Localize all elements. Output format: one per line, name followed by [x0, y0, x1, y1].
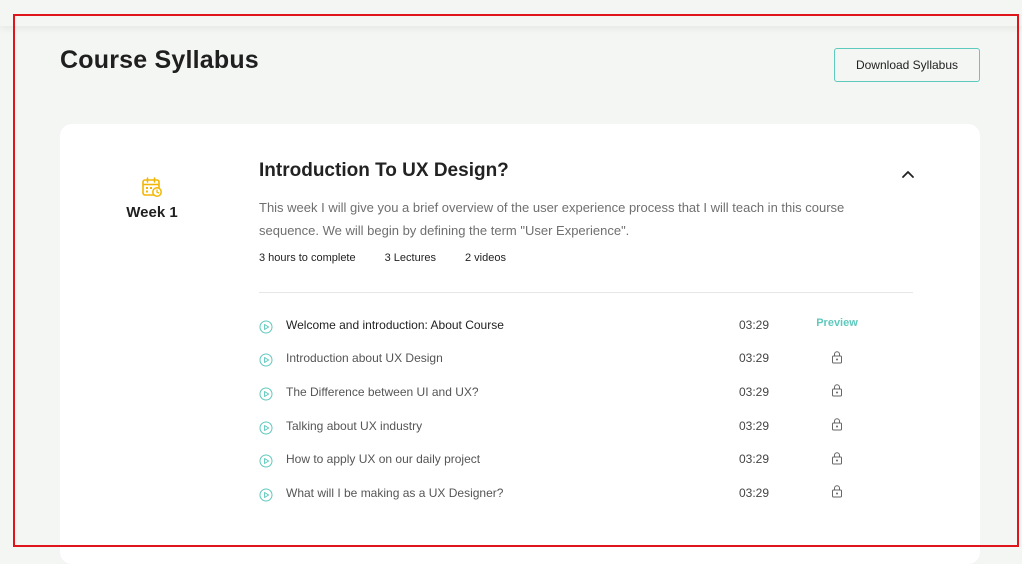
chevron-up-icon: [902, 171, 914, 178]
play-icon: [259, 387, 273, 401]
play-icon: [259, 454, 273, 468]
lesson-duration: 03:29: [739, 317, 770, 332]
lock-icon: [832, 384, 842, 397]
lesson-item[interactable]: Introduction about UX Design 03:29: [259, 342, 913, 376]
lesson-title: Introduction about UX Design: [286, 351, 443, 366]
lesson-item[interactable]: How to apply UX on our daily project 03:…: [259, 442, 913, 476]
section-content: Introduction To UX Design? This week I w…: [259, 158, 913, 264]
lock-icon: [832, 418, 842, 431]
lesson-item[interactable]: The Difference between UI and UX? 03:29: [259, 375, 913, 409]
lock-icon: [832, 451, 842, 465]
lesson-duration: 03:29: [739, 418, 770, 433]
lesson-title: How to apply UX on our daily project: [286, 452, 481, 467]
section-title: Introduction To UX Design?: [259, 160, 509, 181]
lesson-title: Talking about UX industry: [286, 418, 423, 433]
lecture-count: 3 Lectures: [384, 252, 436, 264]
lesson-duration: 03:29: [739, 351, 770, 366]
hours-to-complete: 3 hours to complete: [259, 252, 356, 264]
week-label: Week 1: [126, 204, 178, 221]
week-block: Week 1: [122, 176, 182, 221]
lesson-item[interactable]: What will I be making as a UX Designer? …: [259, 476, 913, 510]
lock-icon: [832, 351, 842, 364]
video-count: 2 videos: [465, 252, 506, 264]
collapse-section-button[interactable]: [898, 164, 918, 184]
lock-icon: [832, 485, 842, 498]
lesson-title: The Difference between UI and UX?: [286, 384, 479, 399]
preview-link[interactable]: Preview: [816, 317, 858, 329]
play-icon: [259, 488, 273, 502]
lesson-title: What will I be making as a UX Designer?: [286, 485, 504, 500]
page-title: Course Syllabus: [60, 46, 259, 74]
download-syllabus-button[interactable]: Download Syllabus: [834, 48, 980, 82]
syllabus-card: Week 1 Introduction To UX Design? This w…: [60, 124, 980, 564]
play-icon: [259, 421, 273, 435]
lesson-item[interactable]: Welcome and introduction: About Course 0…: [259, 308, 913, 342]
lesson-duration: 03:29: [739, 384, 770, 399]
section-meta: 3 hours to complete 3 Lectures 2 videos: [259, 252, 913, 264]
section-divider: [259, 292, 913, 293]
top-header-bar: [0, 0, 1022, 26]
lesson-item[interactable]: Talking about UX industry 03:29: [259, 409, 913, 443]
lesson-list: Welcome and introduction: About Course 0…: [259, 308, 913, 510]
play-icon: [259, 320, 273, 334]
play-icon: [259, 353, 273, 367]
lesson-title: Welcome and introduction: About Course: [286, 317, 504, 332]
lesson-duration: 03:29: [739, 485, 770, 500]
lesson-duration: 03:29: [739, 452, 770, 467]
calendar-icon: [142, 177, 162, 197]
section-description: This week I will give you a brief overvi…: [259, 200, 845, 238]
